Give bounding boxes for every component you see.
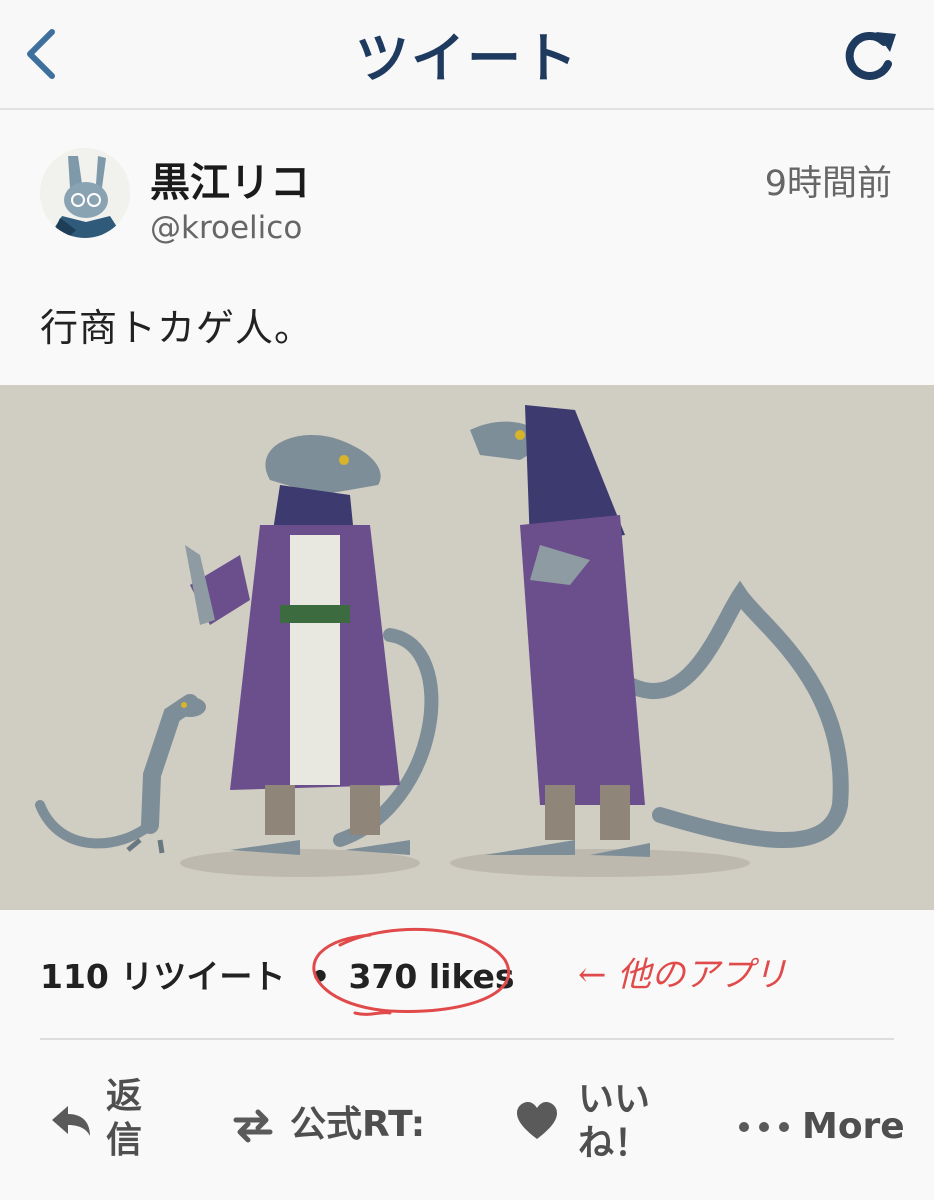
page-title: ツイート (355, 27, 579, 90)
like-label: いいね！ (578, 1079, 651, 1164)
user-handle[interactable]: @kroelico (150, 210, 302, 246)
bunny-avatar-icon (40, 148, 130, 238)
retweet-button[interactable]: 公式RT: (230, 1102, 425, 1148)
tweet-text: 行商トカゲ人。 (40, 306, 314, 350)
reply-button[interactable]: 返信 (48, 1075, 150, 1163)
timestamp: 9時間前 (764, 164, 892, 204)
retweet-label: 公式RT: (290, 1104, 426, 1145)
lizard-merchants-illustration (0, 385, 934, 910)
divider (40, 1038, 894, 1040)
avatar[interactable] (40, 148, 130, 238)
reply-label: 返信 (106, 1076, 143, 1161)
tweet-media-image[interactable] (0, 385, 934, 910)
more-label: More (802, 1106, 905, 1147)
refresh-icon[interactable] (840, 28, 900, 84)
retweet-icon (233, 1109, 273, 1143)
like-button[interactable]: いいね！ (514, 1078, 662, 1166)
retweet-count[interactable]: 110 リツイート (40, 950, 285, 998)
nav-bar: ツイート (0, 0, 934, 110)
handwritten-note: ← 他のアプリ (578, 955, 788, 995)
reply-arrow-icon (52, 1106, 90, 1136)
more-dots-icon (739, 1122, 789, 1132)
more-button[interactable]: More (736, 1104, 905, 1150)
display-name[interactable]: 黒江リコ (150, 150, 310, 208)
heart-icon (517, 1102, 557, 1139)
